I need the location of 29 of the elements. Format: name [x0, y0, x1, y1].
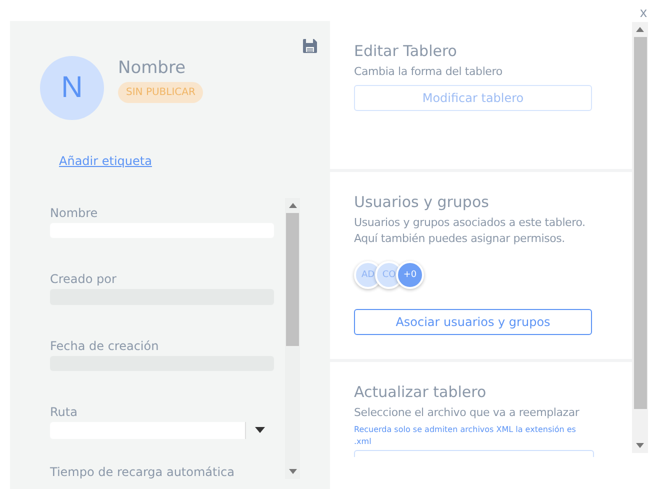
scroll-down-icon[interactable] [288, 469, 296, 474]
save-icon[interactable] [302, 38, 318, 54]
field-label: Ruta [50, 404, 78, 419]
more-count-badge: +0 [396, 261, 424, 289]
file-field[interactable] [354, 450, 594, 457]
scroll-up-icon[interactable] [288, 203, 296, 208]
dropdown-field[interactable] [50, 422, 274, 440]
section-description: Usuarios y grupos asociados a este tablero. Aquí también puedes asignar permisos. [354, 215, 586, 247]
caret-icon [255, 427, 265, 434]
section-title: Usuarios y grupos [354, 193, 490, 211]
field-label: Creado por [50, 272, 118, 286]
scrollbar[interactable] [632, 22, 648, 453]
avatar: N [40, 56, 104, 120]
scrollbar[interactable] [285, 198, 300, 479]
section-title: Editar Tablero [354, 42, 458, 60]
dashboard-name: Nombre [118, 58, 187, 78]
field-label: Tiempo de recarga automática [50, 465, 236, 479]
action-button[interactable]: Asociar usuarios y grupos [354, 309, 592, 335]
scroll-up-icon[interactable] [636, 27, 644, 32]
scroll-down-icon[interactable] [636, 443, 644, 448]
hint-text: Recuerda solo se admiten archivos XML la extensión es .xml [354, 424, 577, 448]
close-button[interactable]: x [638, 4, 649, 20]
field-label: Fecha de creación [50, 338, 160, 353]
add-tag-link[interactable]: Añadir etiqueta [59, 154, 152, 168]
status-badge: SIN PUBLICAR [118, 82, 204, 103]
section-title: Actualizar tablero [354, 383, 488, 401]
field-label: Nombre [50, 206, 99, 220]
section-description: Seleccione el archivo que va a reemplazar [354, 405, 580, 421]
section-description: Cambia la forma del tablero [354, 64, 504, 80]
